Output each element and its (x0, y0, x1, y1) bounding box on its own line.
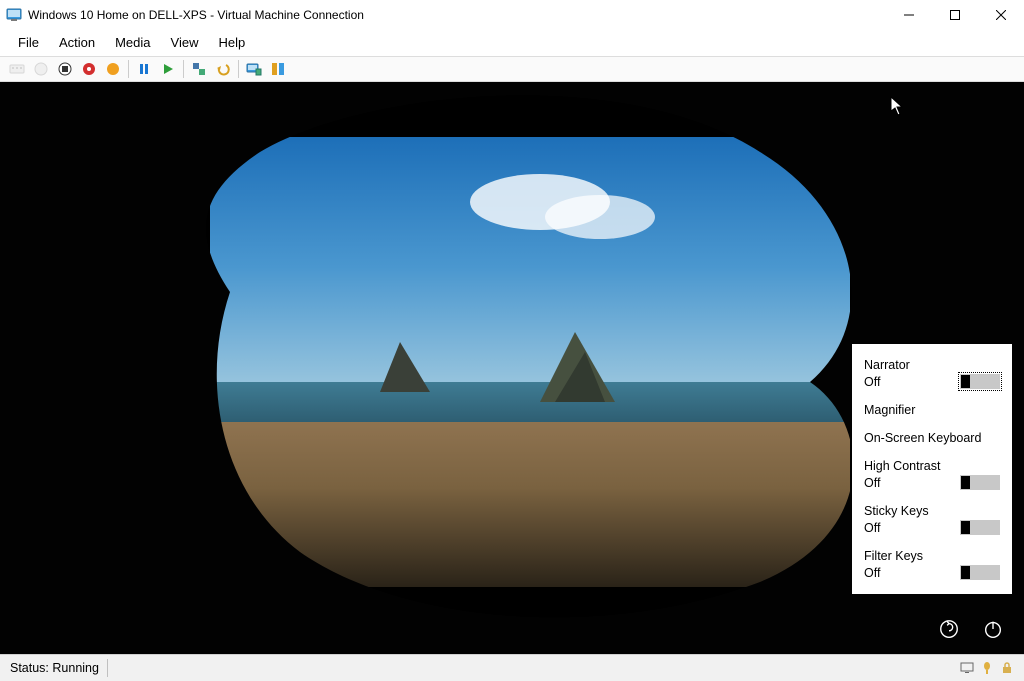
narrator-state: Off (864, 375, 880, 389)
ctrl-alt-del-icon[interactable] (6, 58, 28, 80)
power-icon[interactable] (980, 616, 1006, 642)
lock-screen-actions (936, 616, 1006, 642)
filter-keys-state: Off (864, 566, 880, 580)
filter-keys-label: Filter Keys (864, 549, 1000, 563)
minimize-button[interactable] (886, 0, 932, 30)
filter-keys-toggle[interactable] (960, 565, 1000, 580)
separator (107, 659, 108, 677)
high-contrast-label: High Contrast (864, 459, 1000, 473)
enhanced-session-icon[interactable] (243, 58, 265, 80)
ease-of-access-panel: Narrator Off Magnifier On-Screen Keyboar… (852, 344, 1012, 594)
high-contrast-toggle[interactable] (960, 475, 1000, 490)
statusbar: Status: Running (0, 654, 1024, 681)
stop-icon[interactable] (78, 58, 100, 80)
on-screen-keyboard-label[interactable]: On-Screen Keyboard (864, 431, 1000, 445)
checkpoint-icon[interactable] (188, 58, 210, 80)
turn-off-icon[interactable] (30, 58, 52, 80)
pause-icon[interactable] (133, 58, 155, 80)
titlebar: Windows 10 Home on DELL-XPS - Virtual Ma… (0, 0, 1024, 30)
audio-status-icon (980, 661, 994, 675)
sticky-keys-state: Off (864, 521, 880, 535)
share-icon[interactable] (267, 58, 289, 80)
menu-view[interactable]: View (161, 32, 209, 53)
menubar: File Action Media View Help (0, 30, 1024, 56)
vm-viewport[interactable]: Narrator Off Magnifier On-Screen Keyboar… (0, 82, 1024, 654)
menu-file[interactable]: File (8, 32, 49, 53)
close-button[interactable] (978, 0, 1024, 30)
lock-status-icon (1000, 661, 1014, 675)
reset-icon[interactable] (157, 58, 179, 80)
menu-action[interactable]: Action (49, 32, 105, 53)
save-icon[interactable] (102, 58, 124, 80)
maximize-button[interactable] (932, 0, 978, 30)
ease-of-access-icon[interactable] (936, 616, 962, 642)
shutdown-icon[interactable] (54, 58, 76, 80)
display-status-icon (960, 661, 974, 675)
window-title: Windows 10 Home on DELL-XPS - Virtual Ma… (28, 8, 886, 22)
high-contrast-state: Off (864, 476, 880, 490)
narrator-toggle[interactable] (960, 374, 1000, 389)
narrator-label: Narrator (864, 358, 1000, 372)
magnifier-label[interactable]: Magnifier (864, 403, 1000, 417)
cursor-icon (890, 96, 904, 116)
toolbar (0, 56, 1024, 82)
menu-media[interactable]: Media (105, 32, 160, 53)
menu-help[interactable]: Help (208, 32, 255, 53)
separator (183, 60, 184, 78)
sticky-keys-label: Sticky Keys (864, 504, 1000, 518)
revert-icon[interactable] (212, 58, 234, 80)
sticky-keys-toggle[interactable] (960, 520, 1000, 535)
separator (128, 60, 129, 78)
app-icon (6, 7, 22, 23)
status-text: Status: Running (10, 661, 99, 675)
separator (238, 60, 239, 78)
